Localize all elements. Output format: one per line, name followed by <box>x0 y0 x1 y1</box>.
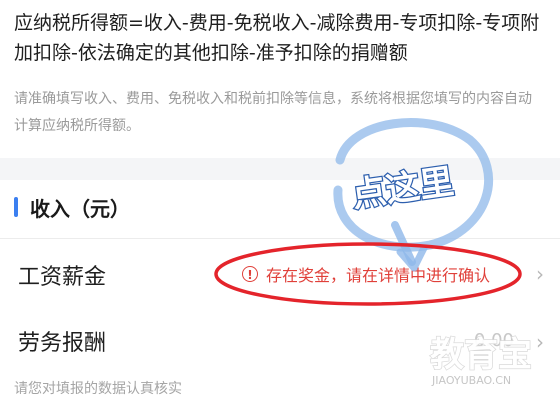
row-label-salary[interactable]: 工资薪金 <box>18 259 106 291</box>
section-gap <box>0 158 560 180</box>
warning-text: 存在奖金，请在详情中进行确认 <box>266 266 491 285</box>
section-accent-bar <box>14 197 18 217</box>
formula-text: 应纳税所得额=收入-费用-免税收入-减除费用-专项扣除-专项附加扣除-依法确定的… <box>14 12 540 64</box>
section-title: 收入（元） <box>30 196 130 221</box>
row-label-labor[interactable]: 劳务报酬 <box>18 325 106 357</box>
alert-icon: ! <box>242 266 258 282</box>
swirl-circle <box>333 118 494 252</box>
watermark-url: JIAOYUBAO.CN <box>431 374 511 387</box>
chevron-right-icon[interactable]: › <box>536 330 544 354</box>
hint-text: 请准确填写收入、费用、免税收入和税前扣除等信息，系统将根据您填写的内容自动计算应… <box>14 91 532 134</box>
footer-note: 请您对填报的数据认真核实 <box>14 381 182 397</box>
divider <box>0 238 560 239</box>
labor-amount: 0.00 <box>473 330 514 351</box>
salary-warning[interactable]: ! 存在奖金，请在详情中进行确认 <box>242 262 490 286</box>
section-header: 收入（元） <box>14 194 130 221</box>
chevron-right-icon[interactable]: › <box>536 262 544 286</box>
arrow-shaft <box>391 221 416 266</box>
